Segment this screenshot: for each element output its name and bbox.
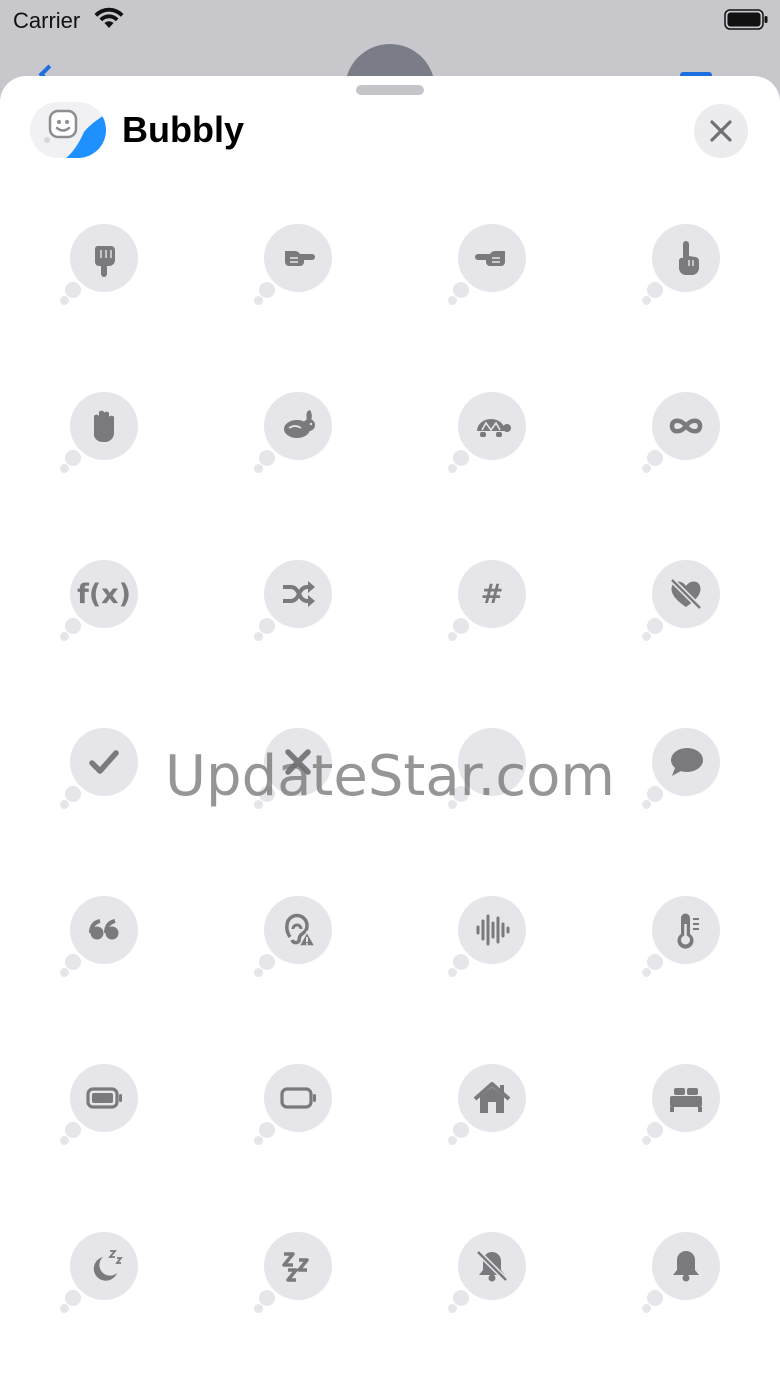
blank-bubble-icon xyxy=(458,728,526,796)
sticker-item[interactable] xyxy=(642,392,732,482)
bubble-tail-dot xyxy=(448,1304,457,1313)
infinity-icon xyxy=(652,392,720,460)
waveform-icon xyxy=(458,896,526,964)
bubble-tail-dot xyxy=(60,1136,69,1145)
bubble-tail-dot xyxy=(60,968,69,977)
sticker-item[interactable] xyxy=(60,1232,150,1322)
sticker-item[interactable] xyxy=(60,224,150,314)
zzz-icon xyxy=(264,1232,332,1300)
battery-full-icon xyxy=(70,1064,138,1132)
sticker-item[interactable] xyxy=(642,1232,732,1322)
bubble-tail-dot xyxy=(642,296,651,305)
thermometer-icon xyxy=(652,896,720,964)
sticker-item[interactable] xyxy=(254,224,344,314)
bubble-tail-dot xyxy=(60,632,69,641)
hand-raised-icon xyxy=(70,392,138,460)
house-icon xyxy=(458,1064,526,1132)
sticker-item[interactable] xyxy=(642,728,732,818)
ear-warning-icon xyxy=(264,896,332,964)
sticker-item[interactable] xyxy=(448,1232,538,1322)
hare-icon xyxy=(264,392,332,460)
bubble-tail-dot xyxy=(642,464,651,473)
hand-point-right-icon xyxy=(264,224,332,292)
sticker-grid: f(x) # xyxy=(0,76,780,1387)
bubble-tail-dot xyxy=(642,800,651,809)
bubble-tail-dot xyxy=(254,800,263,809)
bubble-tail-dot xyxy=(448,800,457,809)
shuffle-icon xyxy=(264,560,332,628)
checkmark-icon xyxy=(70,728,138,796)
bubble-tail-dot xyxy=(60,800,69,809)
bubble-tail-dot xyxy=(642,1136,651,1145)
bubble-tail-dot xyxy=(60,1304,69,1313)
sticker-item[interactable] xyxy=(254,1232,344,1322)
xmark-icon xyxy=(264,728,332,796)
sticker-item[interactable] xyxy=(60,1064,150,1154)
bubble-tail-dot xyxy=(448,968,457,977)
sticker-item[interactable] xyxy=(448,896,538,986)
bubble-tail-dot xyxy=(448,464,457,473)
sticker-item[interactable] xyxy=(60,896,150,986)
sticker-item[interactable] xyxy=(642,224,732,314)
bubble-tail-dot xyxy=(642,1304,651,1313)
carrier-label: Carrier xyxy=(13,8,81,33)
bubble-tail-dot xyxy=(254,1304,263,1313)
moon-zzz-icon xyxy=(70,1232,138,1300)
sticker-item[interactable] xyxy=(642,896,732,986)
sticker-item[interactable]: f(x) xyxy=(60,560,150,650)
hand-point-up-icon xyxy=(652,224,720,292)
sticker-item[interactable] xyxy=(254,392,344,482)
bed-icon xyxy=(652,1064,720,1132)
status-bar: Carrier xyxy=(0,0,780,40)
bubble-tail-dot xyxy=(642,968,651,977)
tortoise-icon xyxy=(458,392,526,460)
battery-empty-icon xyxy=(264,1064,332,1132)
sticker-item[interactable] xyxy=(254,728,344,818)
heart-slash-icon xyxy=(652,560,720,628)
sticker-item[interactable] xyxy=(60,728,150,818)
bubble-tail-dot xyxy=(254,968,263,977)
sticker-item[interactable] xyxy=(642,560,732,650)
bubble-tail-dot xyxy=(254,296,263,305)
sticker-item[interactable] xyxy=(448,224,538,314)
hand-point-down-icon xyxy=(70,224,138,292)
bubble-tail-dot xyxy=(60,296,69,305)
number-sign-icon: # xyxy=(458,560,526,628)
sticker-glyph-text: # xyxy=(480,578,504,610)
bubble-tail-dot xyxy=(448,1136,457,1145)
sticker-item[interactable] xyxy=(254,896,344,986)
quote-icon xyxy=(70,896,138,964)
bell-icon xyxy=(652,1232,720,1300)
bubble-tail-dot xyxy=(254,464,263,473)
sticker-item[interactable] xyxy=(254,560,344,650)
bubble-tail-dot xyxy=(448,632,457,641)
wifi-icon xyxy=(94,7,124,28)
bell-slash-icon xyxy=(458,1232,526,1300)
sticker-item[interactable] xyxy=(448,728,538,818)
sticker-item[interactable] xyxy=(642,1064,732,1154)
battery-status-icon xyxy=(724,9,768,30)
bubble-tail-dot xyxy=(448,296,457,305)
sticker-item[interactable] xyxy=(254,1064,344,1154)
hand-point-left-icon xyxy=(458,224,526,292)
sticker-item[interactable] xyxy=(60,392,150,482)
bubble-tail-dot xyxy=(60,464,69,473)
sticker-item[interactable] xyxy=(448,1064,538,1154)
bubble-tail-dot xyxy=(254,1136,263,1145)
sticker-glyph-text: f(x) xyxy=(77,578,131,610)
sticker-item[interactable]: # xyxy=(448,560,538,650)
bubble-tail-dot xyxy=(642,632,651,641)
sticker-item[interactable] xyxy=(448,392,538,482)
function-icon: f(x) xyxy=(70,560,138,628)
bubble-tail-dot xyxy=(254,632,263,641)
sticker-sheet: Bubbly f(x) # UpdateStar.com xyxy=(0,76,780,1387)
speech-bubble-icon xyxy=(652,728,720,796)
